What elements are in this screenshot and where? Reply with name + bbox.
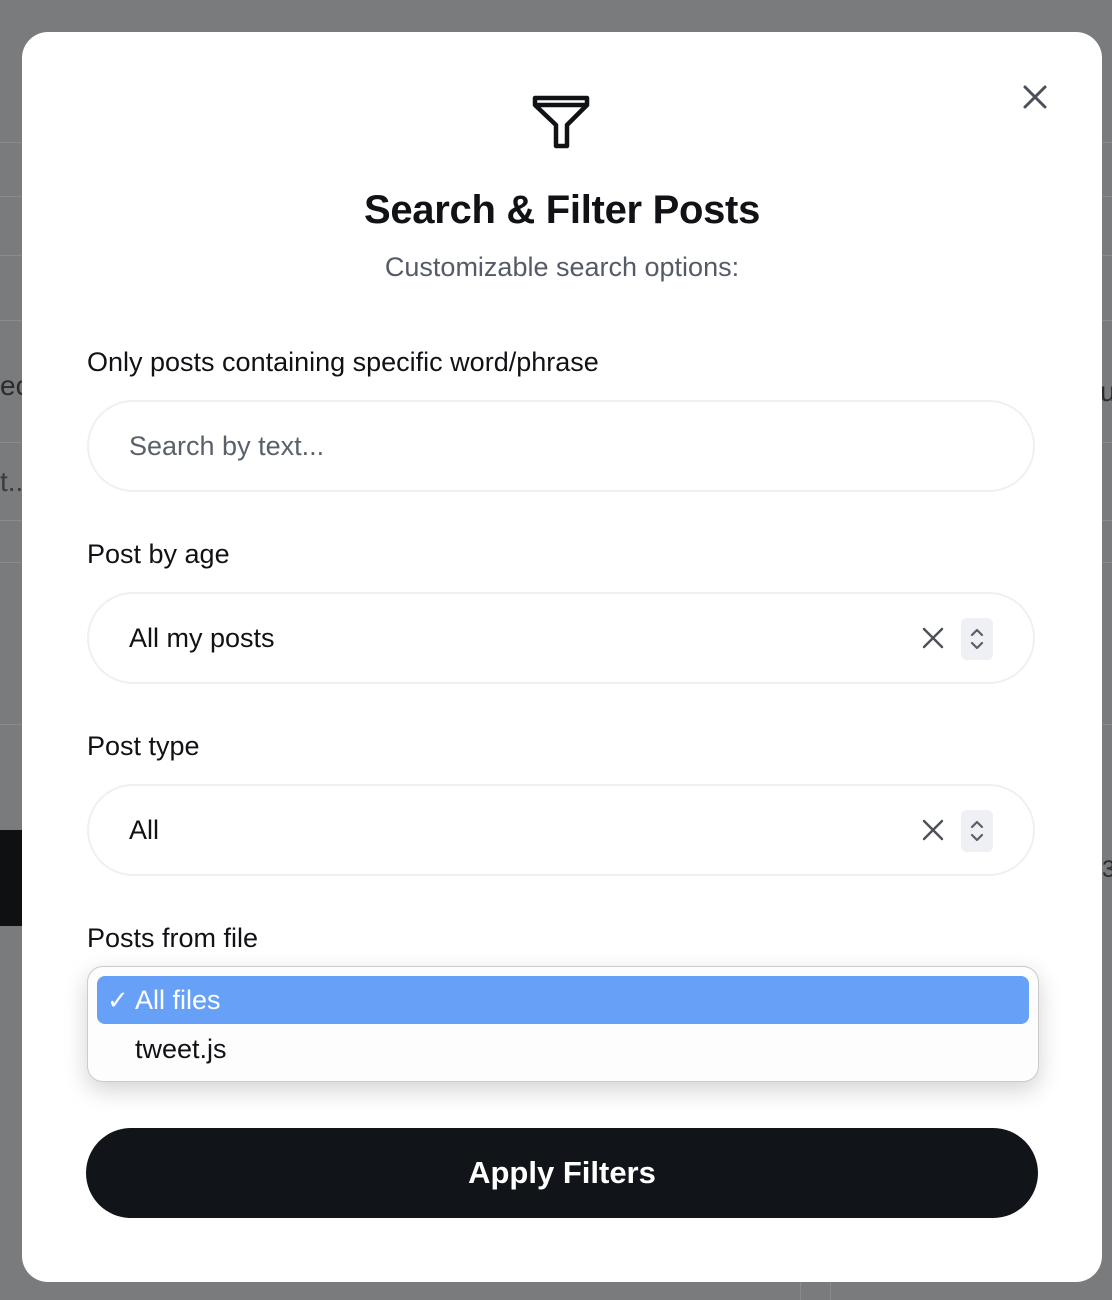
text-search-label: Only posts containing specific word/phra… (87, 347, 599, 377)
close-button[interactable] (1018, 80, 1052, 114)
apply-filters-button[interactable]: Apply Filters (86, 1128, 1038, 1218)
text-search-input[interactable] (129, 402, 989, 490)
post-type-stepper[interactable] (961, 810, 993, 852)
post-age-stepper[interactable] (961, 618, 993, 660)
text-search-field[interactable] (87, 400, 1035, 492)
post-age-label: Post by age (87, 539, 230, 569)
filter-modal: Search & Filter Posts Customizable searc… (22, 32, 1102, 1282)
checkmark-icon: ✓ (107, 985, 129, 1015)
close-icon (1023, 85, 1047, 109)
background-divider (830, 1280, 831, 1300)
background-text: 3 (1102, 856, 1112, 883)
posts-from-file-dropdown[interactable]: ✓ All files tweet.js (87, 966, 1039, 1082)
modal-subtitle: Customizable search options: (384, 252, 740, 282)
dropdown-option-tweet-js[interactable]: tweet.js (97, 1025, 1029, 1073)
clear-icon[interactable] (921, 818, 945, 842)
funnel-icon (532, 95, 590, 149)
post-type-label: Post type (87, 731, 200, 761)
post-type-select[interactable]: All (87, 784, 1035, 876)
post-age-value: All my posts (129, 623, 275, 653)
chevron-up-down-icon (970, 628, 984, 650)
background-text: t.. (0, 466, 24, 497)
background-divider (800, 1280, 801, 1300)
post-age-select[interactable]: All my posts (87, 592, 1035, 684)
modal-title: Search & Filter Posts (363, 188, 761, 232)
post-type-value: All (129, 815, 160, 845)
dropdown-option-label: tweet.js (135, 1034, 227, 1064)
dropdown-option-label: All files (135, 985, 221, 1015)
dropdown-option-all-files[interactable]: ✓ All files (97, 976, 1029, 1024)
posts-from-file-label: Posts from file (87, 923, 259, 953)
chevron-up-down-icon (970, 820, 984, 842)
clear-icon[interactable] (921, 626, 945, 650)
